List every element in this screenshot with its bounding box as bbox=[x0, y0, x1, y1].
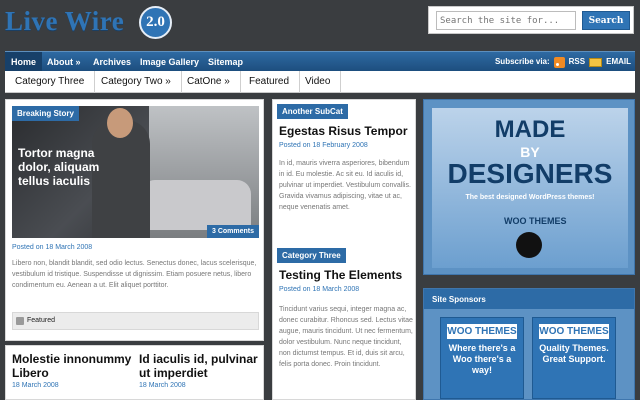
car-image bbox=[141, 180, 251, 230]
made-by-designers-ad[interactable]: MADE BY DESIGNERS The best designed Word… bbox=[423, 99, 635, 275]
subcat-post-meta: Posted on 18 February 2008 bbox=[279, 142, 368, 149]
sponsor-ad-2[interactable]: WOO THEMES Quality Themes. Great Support… bbox=[532, 317, 616, 399]
sponsor-ad-1[interactable]: WOO THEMES Where there's a Woo there's a… bbox=[440, 317, 524, 399]
search-box: Search bbox=[428, 6, 634, 34]
sponsor-logo-2: WOO THEMES bbox=[539, 324, 609, 339]
subcat-post-excerpt: In id, mauris viverra asperiores, bibend… bbox=[279, 160, 411, 211]
tag-link[interactable]: Featured bbox=[27, 317, 55, 324]
nav-about[interactable]: About » bbox=[41, 52, 87, 72]
post-teaser-2: Id iaculis id, pulvinar ut imperdiet 18 … bbox=[139, 352, 259, 389]
recent-posts-panel: Molestie innonummy Libero 18 March 2008 … bbox=[5, 345, 264, 400]
search-button[interactable]: Search bbox=[582, 11, 630, 30]
breaking-story-title[interactable]: Tortor magna dolor, aliquam tellus iacul… bbox=[18, 146, 128, 188]
nav-sitemap[interactable]: Sitemap bbox=[202, 52, 249, 72]
breaking-story-label: Breaking Story bbox=[12, 106, 79, 121]
email-link[interactable]: EMAIL bbox=[606, 52, 631, 72]
category-navigation: Category Three Category Two » CatOne » F… bbox=[5, 71, 635, 93]
breaking-story-image[interactable]: Breaking Story Tortor magna dolor, aliqu… bbox=[12, 106, 259, 238]
nav-image-gallery[interactable]: Image Gallery bbox=[134, 52, 205, 72]
post-meta-2: 18 March 2008 bbox=[139, 382, 186, 389]
version-badge: 2.0 bbox=[139, 6, 172, 39]
person-head bbox=[107, 108, 133, 138]
search-input[interactable] bbox=[436, 11, 576, 30]
subscribe-area: Subscribe via: RSS EMAIL bbox=[495, 52, 631, 72]
comments-link[interactable]: 3 Comments bbox=[206, 225, 259, 238]
post-title-2[interactable]: Id iaculis id, pulvinar ut imperdiet bbox=[139, 352, 259, 380]
sponsor-text-2: Quality Themes. Great Support. bbox=[539, 343, 609, 364]
cat3-post-excerpt: Tincidunt varius sequi, integer magna ac… bbox=[279, 306, 413, 368]
site-header: Live Wire 2.0 Search bbox=[0, 0, 640, 50]
sponsor-text-1: Where there's a Woo there's a way! bbox=[448, 343, 516, 375]
site-logo[interactable]: Live Wire bbox=[5, 6, 124, 37]
post-teaser-1: Molestie innonummy Libero 18 March 2008 bbox=[12, 352, 132, 389]
ad-made-text: MADE bbox=[494, 116, 566, 143]
nav-archives[interactable]: Archives bbox=[87, 52, 137, 72]
post-title-1[interactable]: Molestie innonummy Libero bbox=[12, 352, 132, 380]
cat-catone[interactable]: CatOne » bbox=[177, 71, 241, 93]
breaking-story-meta: Posted on 18 March 2008 bbox=[12, 244, 93, 251]
nav-home[interactable]: Home bbox=[5, 52, 43, 72]
woothemes-logo: WOO THEMES bbox=[504, 216, 567, 226]
ad-designers-text: DESIGNERS bbox=[447, 158, 613, 189]
breaking-story-excerpt: Libero non, blandit blandit, sed odio le… bbox=[12, 260, 257, 289]
rss-icon[interactable] bbox=[553, 56, 565, 68]
subscribe-label: Subscribe via: bbox=[494, 57, 550, 66]
rss-link[interactable]: RSS bbox=[569, 52, 585, 72]
cat3-post-title[interactable]: Testing The Elements bbox=[279, 268, 413, 282]
ad-tagline: The best designed WordPress themes! bbox=[465, 194, 595, 201]
cat-category-three[interactable]: Category Three bbox=[5, 71, 96, 93]
tag-icon bbox=[16, 317, 24, 325]
cat-video[interactable]: Video bbox=[295, 71, 342, 93]
sponsors-heading: Site Sponsors bbox=[424, 289, 634, 309]
cat-featured[interactable]: Featured bbox=[239, 71, 301, 93]
mail-icon[interactable] bbox=[589, 57, 603, 67]
middle-column: Another SubCat Egestas Risus Tempor Post… bbox=[272, 99, 416, 400]
site-sponsors-panel: Site Sponsors WOO THEMES Where there's a… bbox=[423, 288, 635, 400]
ad-banner[interactable]: MADE BY DESIGNERS The best designed Word… bbox=[432, 108, 628, 268]
sponsor-logo-1: WOO THEMES bbox=[447, 324, 517, 339]
cat-category-two[interactable]: Category Two » bbox=[91, 71, 182, 93]
main-navigation: Home About » Archives Image Gallery Site… bbox=[5, 51, 635, 72]
ninja-mascot-icon bbox=[516, 232, 542, 258]
post-meta-1: 18 March 2008 bbox=[12, 382, 59, 389]
category-three-label[interactable]: Category Three bbox=[277, 248, 346, 263]
breaking-story-panel: Breaking Story Tortor magna dolor, aliqu… bbox=[5, 99, 264, 341]
subcat-post-title[interactable]: Egestas Risus Tempor bbox=[279, 124, 413, 138]
cat3-post-meta: Posted on 18 March 2008 bbox=[279, 286, 360, 293]
tag-bar: Featured bbox=[12, 312, 259, 330]
subcat-label[interactable]: Another SubCat bbox=[277, 104, 348, 119]
